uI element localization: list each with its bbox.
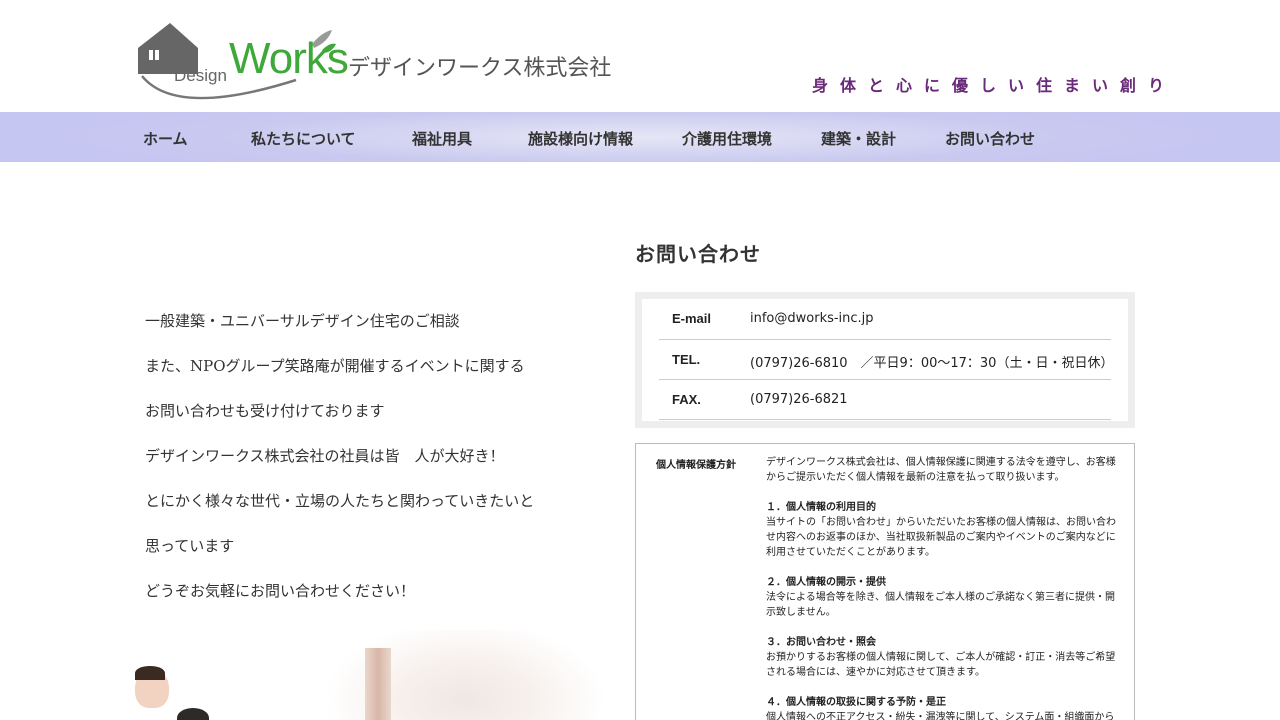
policy-heading: １．個人情報の利用目的 [766,502,876,513]
contact-row-email: E-mail info@dworks-inc.jp [659,299,1111,340]
nav-item-home[interactable]: ホーム [143,128,188,149]
policy-label: 個人情報保護方針 [656,460,736,471]
intro-line: とにかく様々な世代・立場の人たちと関わっていきたいと [145,492,535,510]
site-logo[interactable]: Design Works デザインワークス株式会社 [136,20,616,104]
nav-item-contact[interactable]: お問い合わせ [945,128,1035,149]
intro-line: また、NPOグループ笑路庵が開催するイベントに関する [145,357,525,375]
email-link[interactable]: info@dworks-inc.jp [750,311,874,326]
nav-item-architecture[interactable]: 建築・設計 [821,128,896,149]
contact-label: FAX. [672,392,701,407]
tel-value: (0797)26-6810 ／平日9：00〜17：30（土・日・祝日休） [750,356,1114,371]
tagline: 身体と心に優しい住まい創り [812,76,1177,95]
nav-item-about[interactable]: 私たちについて [251,128,356,149]
intro-line: デザインワークス株式会社の社員は皆 人が大好き！ [145,447,505,465]
intro-text: 一般建築・ユニバーサルデザイン住宅のご相談 また、NPOグループ笑路庵が開催する… [145,310,605,625]
policy-text: 個人情報への不正アクセス・紛失・漏洩等に関して、システム面・組織面から [766,712,1115,720]
policy-section: ３．お問い合わせ・照会 お預かりするお客様の個人情報に関して、ご本人が確認・訂正… [766,635,1118,680]
policy-heading: ２．個人情報の開示・提供 [766,577,886,588]
staff-photo [135,630,605,720]
company-name: デザインワークス株式会社 [348,56,612,81]
contact-info-box: E-mail info@dworks-inc.jp TEL. (0797)26-… [635,292,1135,428]
policy-text: 法令による場合等を除き、個人情報をご本人様のご承諾なく第三者に提供・開示致しませ… [766,592,1115,618]
policy-heading: ３．お問い合わせ・照会 [766,637,876,648]
policy-text: お預かりするお客様の個人情報に関して、ご本人が確認・訂正・消去等ご希望される場合… [766,652,1116,678]
policy-section: １．個人情報の利用目的 当サイトの「お問い合わせ」からいただいたお客様の個人情報… [766,500,1118,560]
main-nav: ホーム 私たちについて 福祉用具 施設様向け情報 介護用住環境 建築・設計 お問… [0,112,1280,162]
contact-title: お問い合わせ [635,242,761,266]
policy-intro: デザインワークス株式会社は、個人情報保護に関連する法令を遵守し、お客様からご提示… [766,457,1116,483]
nav-item-care-housing[interactable]: 介護用住環境 [682,128,772,149]
logo-works-text: Works [229,34,349,83]
policy-heading: ４．個人情報の取扱に関する予防・是正 [766,697,946,708]
privacy-policy-panel[interactable]: 個人情報保護方針 デザインワークス株式会社は、個人情報保護に関連する法令を遵守し… [635,443,1135,720]
intro-line: どうぞお気軽にお問い合わせください！ [145,582,416,600]
policy-section: ４．個人情報の取扱に関する予防・是正 個人情報への不正アクセス・紛失・漏洩等に関… [766,695,1118,720]
nav-item-facility-info[interactable]: 施設様向け情報 [528,128,633,149]
contact-row-fax: FAX. (0797)26-6821 [659,380,1111,420]
intro-line: 思っています [145,537,235,555]
intro-line: 一般建築・ユニバーサルデザイン住宅のご相談 [145,312,460,330]
policy-section: ２．個人情報の開示・提供 法令による場合等を除き、個人情報をご本人様のご承諾なく… [766,575,1118,620]
policy-body: デザインワークス株式会社は、個人情報保護に関連する法令を遵守し、お客様からご提示… [766,455,1118,720]
fax-value: (0797)26-6821 [750,392,848,407]
site-header: Design Works デザインワークス株式会社 身体と心に優しい住まい創り [0,0,1280,112]
contact-row-tel: TEL. (0797)26-6810 ／平日9：00〜17：30（土・日・祝日休… [659,340,1114,380]
contact-label: TEL. [672,352,701,367]
intro-line: お問い合わせも受け付けております [145,402,385,420]
policy-text: 当サイトの「お問い合わせ」からいただいたお客様の個人情報は、お問い合わせ内容への… [766,517,1116,558]
nav-item-welfare-equipment[interactable]: 福祉用具 [412,128,472,149]
contact-label: E-mail [672,311,712,326]
logo-design-text: Design [174,66,227,85]
